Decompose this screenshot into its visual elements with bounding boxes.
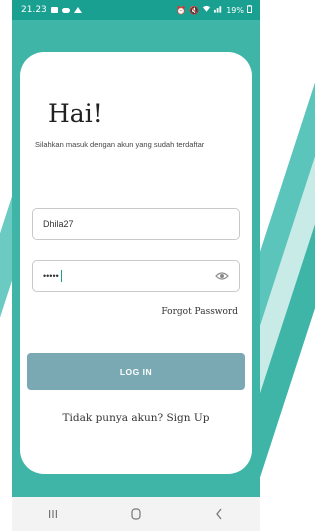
system-nav-bar [12, 497, 260, 531]
forgot-password-link[interactable]: Forgot Password [161, 307, 238, 317]
login-card: Hai! Silahkan masuk dengan akun yang sud… [20, 52, 252, 474]
password-field[interactable]: ••••• [32, 260, 240, 292]
signup-link[interactable]: Tidak punya akun? Sign Up [20, 412, 252, 424]
password-input-area: ••••• [43, 270, 63, 282]
status-left: 21.23 [21, 5, 82, 15]
status-time: 21.23 [21, 5, 47, 15]
text-cursor [60, 270, 63, 282]
status-bar: 21.23 ⏰ 🔇 19% [12, 0, 260, 20]
phone-screen: 21.23 ⏰ 🔇 19% Hai! Silahkan masuk dengan… [12, 0, 260, 531]
home-icon[interactable] [121, 504, 151, 524]
warning-icon [73, 7, 82, 13]
back-icon[interactable] [204, 504, 234, 524]
username-field[interactable]: Dhila27 [32, 208, 240, 240]
cloud-icon [61, 7, 70, 13]
wifi-icon [202, 5, 211, 15]
mute-icon: 🔇 [189, 5, 200, 15]
username-value: Dhila27 [43, 219, 74, 229]
password-value: ••••• [43, 271, 59, 281]
page-title: Hai! [48, 99, 103, 128]
battery-icon [247, 5, 252, 15]
recent-apps-icon[interactable] [38, 504, 68, 524]
battery-percent: 19% [226, 5, 244, 15]
notification-icon [50, 7, 58, 13]
status-right: ⏰ 🔇 19% [176, 5, 252, 15]
login-subtitle: Silahkan masuk dengan akun yang sudah te… [35, 140, 205, 149]
signal-icon [214, 5, 223, 15]
eye-icon[interactable] [215, 271, 229, 281]
alarm-icon: ⏰ [176, 5, 187, 15]
login-button[interactable]: LOG IN [27, 353, 245, 390]
